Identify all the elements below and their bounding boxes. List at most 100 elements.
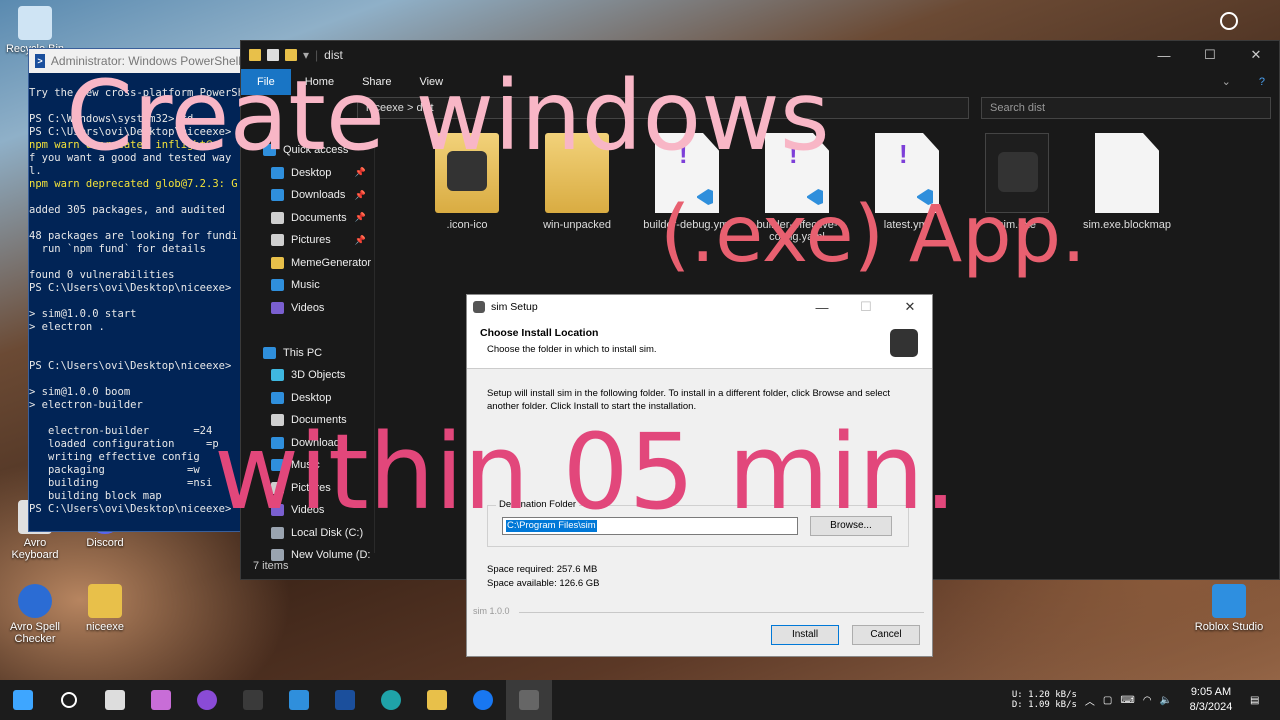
desktop-icon-avro-spell-checker[interactable]: Avro Spell Checker — [0, 584, 70, 645]
expand-ribbon-icon[interactable]: ⌄ — [1208, 69, 1245, 95]
folder-icon — [435, 133, 499, 213]
explorer-button[interactable] — [414, 680, 460, 720]
navigation-pane[interactable]: Quick access Desktop 📌 Downloads 📌 Documents 📌… — [241, 139, 375, 562]
file-item[interactable]: ! builder-effective-config.yaml — [751, 133, 843, 243]
copilot-button[interactable] — [138, 680, 184, 720]
nav-item[interactable]: MemeGenerator — [241, 252, 374, 275]
nav-item-icon — [263, 346, 276, 359]
explorer-titlebar[interactable]: ▾ | dist — ☐ ✕ — [241, 41, 1279, 69]
nav-item-icon — [271, 414, 284, 427]
powershell-titlebar[interactable]: > Administrator: Windows PowerShell — [29, 49, 241, 73]
desktop-icon-label: niceexe — [86, 621, 124, 633]
dropdown-icon[interactable]: ▾ — [303, 48, 309, 62]
nav-item[interactable]: Desktop 📌 — [241, 162, 374, 185]
search-input[interactable]: Search dist — [981, 97, 1271, 119]
tab-view[interactable]: View — [405, 69, 457, 95]
properties-icon[interactable] — [267, 49, 279, 61]
nav-item-label: Pictures — [291, 481, 331, 494]
minimize-button[interactable]: — — [800, 295, 844, 319]
desktop-icon-niceexe[interactable]: niceexe — [70, 584, 140, 633]
tab-home[interactable]: Home — [291, 69, 348, 95]
wifi-icon[interactable]: ◠ — [1143, 695, 1152, 706]
setup-title: sim Setup — [491, 301, 538, 313]
new-folder-icon[interactable] — [285, 49, 297, 61]
meet-icon[interactable]: ▢ — [1103, 695, 1112, 706]
clock[interactable]: 9:05 AM 8/3/2024 — [1180, 685, 1242, 715]
vscode-button[interactable] — [276, 680, 322, 720]
address-bar[interactable]: niceexe > dist — [357, 97, 969, 119]
language-icon[interactable]: ⌨ — [1120, 695, 1134, 706]
nav-item[interactable]: This PC — [241, 342, 374, 365]
file-name: .icon-ico — [446, 219, 488, 231]
nav-item[interactable]: Pictures — [241, 477, 374, 500]
task-view-icon — [105, 690, 125, 710]
console-line: f you want a good and tested way — [29, 152, 232, 164]
installer-brand: sim 1.0.0 — [473, 606, 510, 616]
nav-item[interactable]: Downloads 📌 — [241, 184, 374, 207]
app-icon — [473, 301, 485, 313]
folder-icon — [545, 133, 609, 213]
nav-item-icon — [271, 436, 284, 449]
install-button[interactable]: Install — [771, 625, 839, 645]
roblox-studio-icon — [1212, 584, 1246, 618]
desktop-icon-roblox-studio[interactable]: Roblox Studio — [1194, 584, 1264, 633]
nav-item[interactable]: Quick access — [241, 139, 374, 162]
destination-folder-input[interactable]: C:\Program Files\sim — [502, 517, 798, 535]
search-button[interactable] — [46, 680, 92, 720]
clock-widget-icon[interactable] — [1220, 12, 1238, 30]
start-button[interactable] — [0, 680, 46, 720]
file-item[interactable]: sim.exe — [971, 133, 1063, 231]
nav-item[interactable]: Documents 📌 — [241, 207, 374, 230]
powershell-icon: > — [35, 54, 45, 68]
nav-item[interactable]: Music — [241, 274, 374, 297]
terminal-button[interactable] — [230, 680, 276, 720]
nav-item[interactable]: Music — [241, 454, 374, 477]
file-name: builder-effective-config.yaml — [756, 219, 838, 243]
nav-item-icon — [263, 144, 276, 157]
file-item[interactable]: sim.exe.blockmap — [1081, 133, 1173, 231]
maximize-button[interactable]: ☐ — [1187, 41, 1233, 69]
facebook-button[interactable] — [460, 680, 506, 720]
setup-titlebar[interactable]: sim Setup — ☐ ✕ — [467, 295, 932, 319]
app-purple-button[interactable] — [184, 680, 230, 720]
task-view-button[interactable] — [92, 680, 138, 720]
nav-item[interactable]: Videos — [241, 499, 374, 522]
nav-item[interactable]: Pictures 📌 — [241, 229, 374, 252]
file-item[interactable]: .icon-ico — [421, 133, 513, 231]
file-item[interactable]: win-unpacked — [531, 133, 623, 231]
powershell-window[interactable]: > Administrator: Windows PowerShell Try … — [28, 48, 242, 532]
minimize-button[interactable]: — — [1141, 41, 1187, 69]
chevron-up-icon[interactable]: ︿ — [1085, 693, 1095, 708]
nav-item[interactable]: 3D Objects — [241, 364, 374, 387]
nav-item[interactable]: Desktop — [241, 387, 374, 410]
file-icon: ! — [875, 133, 939, 213]
notification-icon[interactable]: ▤ — [1250, 695, 1280, 706]
sim-app-button[interactable] — [506, 680, 552, 720]
nav-item-icon — [271, 301, 284, 314]
volume-icon[interactable]: 🔈 — [1160, 695, 1172, 706]
close-button[interactable]: ✕ — [888, 295, 932, 319]
console-line: found 0 vulnerabilities — [29, 269, 175, 281]
app-purple-icon — [197, 690, 217, 710]
destination-folder-label: Destination Folder — [496, 499, 580, 510]
edge-button[interactable] — [368, 680, 414, 720]
nav-item[interactable]: Videos — [241, 297, 374, 320]
nav-item[interactable]: Documents — [241, 409, 374, 432]
nav-item[interactable]: Local Disk (C:) — [241, 522, 374, 545]
setup-dialog[interactable]: sim Setup — ☐ ✕ Choose Install Location … — [466, 294, 933, 657]
tab-share[interactable]: Share — [348, 69, 405, 95]
file-icon — [1095, 133, 1159, 213]
file-item[interactable]: ! latest.yml — [861, 133, 953, 231]
close-button[interactable]: ✕ — [1233, 41, 1279, 69]
powershell-console[interactable]: Try the new cross-platform PowerShell PS … — [29, 73, 241, 531]
powershell-button[interactable] — [322, 680, 368, 720]
browse-button[interactable]: Browse... — [810, 516, 892, 536]
file-item[interactable]: ! builder-debug.yml — [641, 133, 733, 231]
tab-file[interactable]: File — [241, 69, 291, 95]
clock-time: 9:05 AM — [1190, 686, 1232, 698]
cancel-button[interactable]: Cancel — [852, 625, 920, 645]
nav-item[interactable]: Downloads — [241, 432, 374, 455]
console-line: PS C:\Users\ovi\Desktop\niceexe> — [29, 360, 232, 372]
help-icon[interactable]: ? — [1245, 69, 1279, 95]
